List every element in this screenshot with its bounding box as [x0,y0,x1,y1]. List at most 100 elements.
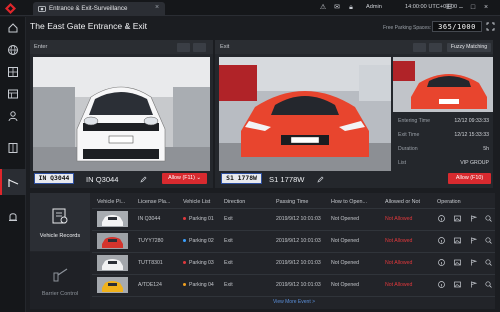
column-header[interactable]: Vehicle Pi... [97,199,125,205]
flag-icon[interactable] [470,215,477,222]
free-spaces-label: Free Parking Spaces: [383,25,432,31]
search-icon[interactable] [485,281,492,288]
left-nav-rail [0,17,26,312]
enter-allow-button[interactable]: Allow (F11) ⌄ [162,173,207,184]
column-header[interactable]: Vehicle List [183,199,210,205]
row-divider [92,296,495,297]
info-key: Entering Time [398,118,431,124]
edit-plate-icon[interactable] [140,176,147,183]
cell-direction: Exit [224,260,233,266]
maximize-icon[interactable]: □ [468,3,478,13]
tab-barrier-control-label: Barrier Control [41,291,79,297]
enter-allow-label: Allow (F11) [168,175,195,181]
info-icon[interactable] [438,281,445,288]
enter-plate-number: IN Q3044 [86,175,119,184]
cell-plate: A/TDE124 [138,282,162,288]
enter-camera-image [33,57,210,171]
tab-entrance-exit-surveillance[interactable]: Entrance & Exit-Surveillance × [33,2,165,16]
list-dot-icon [183,283,186,287]
cell-vehicle-list-label: Parking 03 [189,260,214,266]
column-header[interactable]: License Pla... [138,199,170,205]
cell-vehicle-list-label: Parking 04 [189,282,214,288]
video-view-icon[interactable] [429,43,442,52]
picture-icon[interactable] [454,215,461,222]
notification-icon[interactable]: ✉ [332,3,342,13]
alarm-icon[interactable] [7,210,19,222]
flag-icon[interactable] [470,259,477,266]
home-icon[interactable] [7,22,19,34]
cell-direction: Exit [224,216,233,222]
cell-how-to-open: Not Opened [331,282,359,288]
search-icon[interactable] [485,259,492,266]
vehicle-thumbnail [97,277,128,293]
camera-icon [38,6,46,12]
flag-icon[interactable] [470,237,477,244]
cell-vehicle-list: Parking 02 [183,238,214,244]
close-window-icon[interactable]: × [481,3,491,13]
user-name[interactable]: Admin [366,4,382,10]
cell-direction: Exit [224,238,233,244]
free-spaces-counter: 365/1000 [432,21,482,32]
list-dot-icon [183,217,186,221]
cell-passing-time: 2019/9/12 10:01:03 [276,260,321,266]
search-icon[interactable] [485,237,492,244]
column-header[interactable]: Passing Time [276,199,308,205]
cell-vehicle-list-label: Parking 01 [189,216,214,222]
barrier-icon[interactable] [7,176,19,188]
exit-label: Exit [220,44,230,50]
warning-icon[interactable]: ⚠ [318,3,328,13]
app-logo-icon [5,3,16,14]
picture-icon[interactable] [454,237,461,244]
picture-view-icon[interactable] [177,43,190,52]
edit-plate-icon[interactable] [317,176,324,183]
vehicle-thumbnail [97,255,128,271]
book-icon[interactable] [7,142,19,154]
column-header[interactable]: How to Open... [331,199,367,205]
exit-snapshot-thumbnail [393,57,493,112]
cell-plate: IN Q3044 [138,216,161,222]
vehicle-thumbnail [97,233,128,249]
video-view-icon[interactable] [193,43,206,52]
info-icon[interactable] [438,215,445,222]
fullscreen-icon[interactable] [486,22,495,31]
chevron-down-icon[interactable]: ⌄ [124,22,130,30]
fuzzy-matching-button[interactable]: Fuzzy Matching [447,43,491,52]
barrier-control-icon [53,268,68,282]
menu-icon[interactable]: ☰ [444,3,454,13]
cell-passing-time: 2019/9/12 10:01:03 [276,216,321,222]
picture-view-icon[interactable] [413,43,426,52]
picture-icon[interactable] [454,259,461,266]
enter-label: Enter [34,44,48,50]
exit-plate-badge: S1 1778W [221,173,262,184]
info-icon[interactable] [438,259,445,266]
cell-allowed: Not Allowed [385,238,413,244]
exit-allow-button[interactable]: Allow (F10) [448,173,491,184]
cell-allowed: Not Allowed [385,260,413,266]
vehicle-thumbnail [97,211,128,227]
info-value: 12/12 09:33:33 [454,118,489,124]
tab-vehicle-records-label: Vehicle Records [39,233,81,239]
grid-icon[interactable] [7,66,19,78]
column-header[interactable]: Operation [437,199,461,205]
view-more-events-link[interactable]: View More Event > [273,299,315,305]
column-header[interactable]: Allowed or Not [385,199,420,205]
close-tab-icon[interactable]: × [155,4,159,11]
info-icon[interactable] [438,237,445,244]
picture-icon[interactable] [454,281,461,288]
layout-icon[interactable] [7,88,19,100]
person-icon[interactable] [7,110,19,122]
info-value: 5h [483,146,489,152]
minimize-icon[interactable]: – [456,3,466,13]
cell-vehicle-list: Parking 01 [183,216,214,222]
column-header[interactable]: Direction [224,199,245,205]
lock-icon[interactable]: 🔒︎ [346,3,356,13]
search-icon[interactable] [485,215,492,222]
info-key: Duration [398,146,418,152]
cell-vehicle-list: Parking 03 [183,260,214,266]
info-key: List [398,160,407,166]
flag-icon[interactable] [470,281,477,288]
info-key: Exit Time [398,132,420,138]
info-value: 12/12 15:33:33 [454,132,489,138]
cell-how-to-open: Not Opened [331,238,359,244]
globe-icon[interactable] [7,44,19,56]
